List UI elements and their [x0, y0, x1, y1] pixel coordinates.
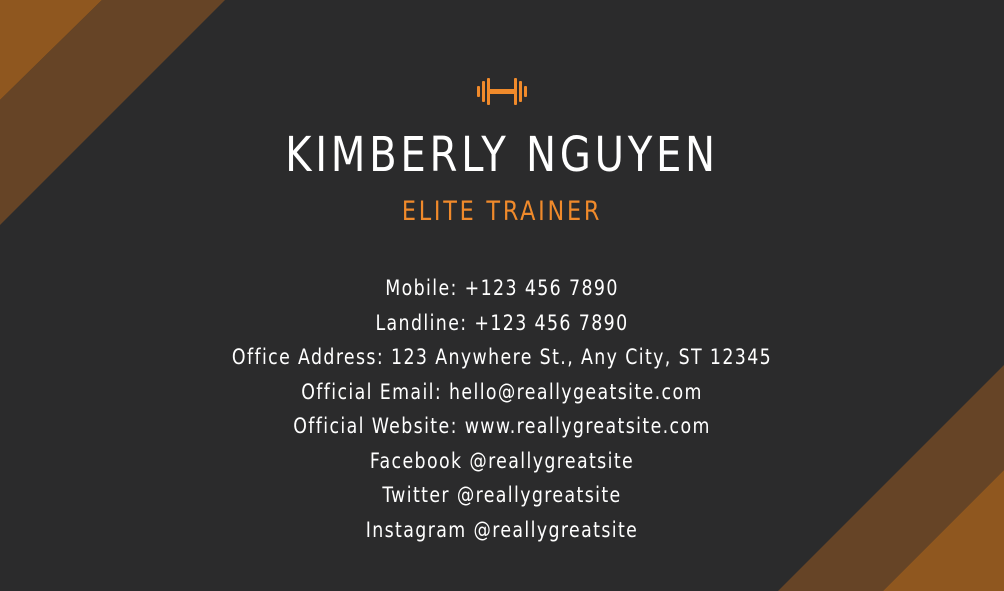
trainer-role: ELITE TRAINER [401, 196, 603, 227]
twitter-line: Twitter @reallygreatsite [382, 483, 622, 507]
business-card: KIMBERLY NGUYEN ELITE TRAINER Mobile: +1… [0, 0, 1004, 591]
mobile-line: Mobile: +123 456 7890 [385, 276, 619, 300]
instagram-line: Instagram @reallygreatsite [365, 517, 639, 542]
office-address-line: Office Address: 123 Anywhere St., Any Ci… [231, 345, 773, 369]
website-line: Official Website: www.reallygreatsite.co… [293, 414, 711, 438]
facebook-line: Facebook @reallygreatsite [369, 448, 635, 473]
email-line: Official Email: hello@reallygeatsite.com [301, 379, 703, 404]
card-content: KIMBERLY NGUYEN ELITE TRAINER Mobile: +1… [0, 0, 1004, 591]
dumbbell-icon [477, 78, 527, 105]
trainer-name: KIMBERLY NGUYEN [285, 127, 719, 183]
contact-details: Mobile: +123 456 7890 Landline: +123 456… [0, 271, 1004, 547]
landline-line: Landline: +123 456 7890 [375, 310, 629, 335]
